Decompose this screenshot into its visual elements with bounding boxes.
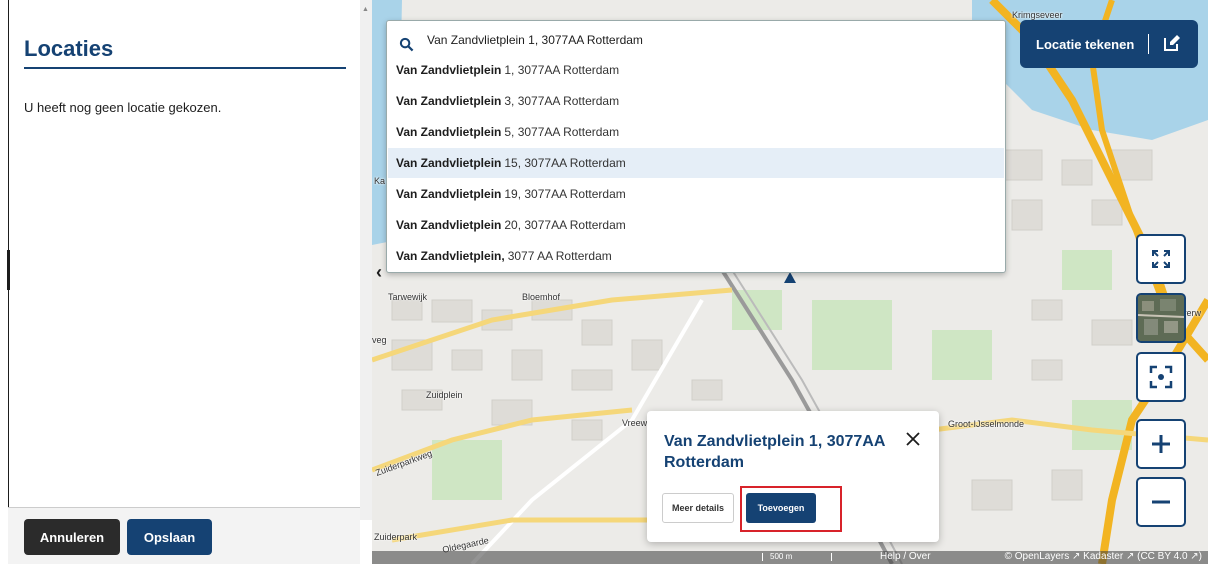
plus-icon	[1152, 435, 1170, 453]
locations-panel: Locaties U heeft nog geen locatie gekoze…	[0, 0, 360, 564]
map-label-krimpen: Krimgseveer	[1012, 10, 1063, 20]
search-row	[387, 29, 1005, 57]
fullscreen-button[interactable]	[1136, 234, 1186, 284]
page-title: Locaties	[24, 36, 114, 61]
map-label-bloemhof: Bloemhof	[522, 292, 561, 302]
minus-icon	[1152, 500, 1170, 504]
suggestion-detail: 3077 AA Rotterdam	[507, 249, 612, 263]
suggestion-detail: 20, 3077AA Rotterdam	[504, 218, 626, 232]
satellite-layer-icon	[1138, 295, 1184, 341]
collapse-panel-icon[interactable]: ‹	[376, 262, 382, 283]
close-icon[interactable]	[903, 429, 923, 449]
suggestion-street: Van Zandvlietplein	[396, 218, 502, 232]
suggestion-detail: 3, 3077AA Rotterdam	[504, 94, 620, 108]
suggestion-item[interactable]: Van Zandvlietplein, 3077 AA Rotterdam	[388, 241, 1004, 271]
suggestion-street: Van Zandvlietplein	[396, 125, 502, 139]
suggestion-street: Van Zandvlietplein	[396, 156, 502, 170]
zoom-in-button[interactable]	[1136, 419, 1186, 469]
map-label-tarwewijk: Tarwewijk	[388, 292, 428, 302]
suggestion-detail: 5, 3077AA Rotterdam	[504, 125, 620, 139]
location-popup: Van Zandvlietplein 1, 3077AA Rotterdam M…	[647, 411, 939, 542]
suggestion-item-highlighted[interactable]: Van Zandvlietplein 15, 3077AA Rotterdam	[388, 148, 1004, 178]
more-details-button[interactable]: Meer details	[662, 493, 734, 523]
search-icon	[399, 37, 414, 52]
edit-icon	[1164, 35, 1180, 51]
suggestion-street: Van Zandvlietplein	[396, 187, 502, 201]
layer-switch-button[interactable]	[1136, 293, 1186, 343]
suggestion-item[interactable]: Van Zandvlietplein 19, 3077AA Rotterdam	[388, 179, 1004, 209]
add-location-button[interactable]: Toevoegen	[746, 493, 816, 523]
map-label-zuiderpark: Zuiderpark	[374, 532, 418, 542]
suggestion-detail: 19, 3077AA Rotterdam	[504, 187, 626, 201]
save-button[interactable]: Opslaan	[127, 519, 212, 555]
suggestion-item[interactable]: Van Zandvlietplein 3, 3077AA Rotterdam	[388, 86, 1004, 116]
credits-text[interactable]: © OpenLayers ↗ Kadaster ↗ (CC BY 4.0 ↗)	[1005, 551, 1202, 562]
expand-icon	[1152, 250, 1170, 268]
button-divider	[1148, 34, 1149, 54]
empty-state-message: U heeft nog geen locatie gekozen.	[24, 100, 222, 115]
suggestion-item[interactable]: Van Zandvlietplein 5, 3077AA Rotterdam	[388, 117, 1004, 147]
map-attribution-bar: 500 m Help / Over © OpenLayers ↗ Kadaste…	[372, 551, 1208, 564]
suggestion-street: Van Zandvlietplein,	[396, 249, 505, 263]
panel-edge-marker	[7, 250, 10, 290]
suggestion-street: Van Zandvlietplein	[396, 94, 502, 108]
zoom-out-button[interactable]	[1136, 477, 1186, 527]
map-label-vreewijk: Vreewi	[622, 418, 650, 428]
panel-scrollbar[interactable]	[360, 0, 372, 520]
cancel-button[interactable]: Annuleren	[24, 519, 120, 555]
focus-icon	[1149, 365, 1173, 389]
center-location-button[interactable]	[1136, 352, 1186, 402]
suggestion-street: Van Zandvlietplein	[396, 63, 502, 77]
popup-title: Van Zandvlietplein 1, 3077AA Rotterdam	[664, 433, 885, 471]
scroll-up-icon[interactable]: ▲	[362, 6, 369, 13]
map-label-ka: Ka	[374, 176, 386, 186]
map-label-veg: veg	[372, 335, 387, 345]
map-label-groot-ijsselmonde: Groot-IJsselmonde	[948, 419, 1025, 429]
scale-label: 500 m	[770, 552, 793, 561]
search-panel: Van Zandvlietplein 1, 3077AA Rotterdam Va…	[386, 20, 1006, 273]
suggestion-item[interactable]: Van Zandvlietplein 1, 3077AA Rotterdam	[388, 55, 1004, 85]
title-divider	[24, 67, 346, 69]
search-input[interactable]	[427, 33, 987, 47]
suggestion-detail: 1, 3077AA Rotterdam	[504, 63, 620, 77]
suggestion-detail: 15, 3077AA Rotterdam	[504, 156, 626, 170]
draw-location-button[interactable]: Locatie tekenen	[1020, 20, 1198, 68]
draw-location-label: Locatie tekenen	[1036, 36, 1135, 52]
help-link[interactable]: Help / Over	[880, 551, 931, 562]
map-label-zuidplein: Zuidplein	[426, 390, 463, 400]
suggestion-item[interactable]: Van Zandvlietplein 20, 3077AA Rotterdam	[388, 210, 1004, 240]
